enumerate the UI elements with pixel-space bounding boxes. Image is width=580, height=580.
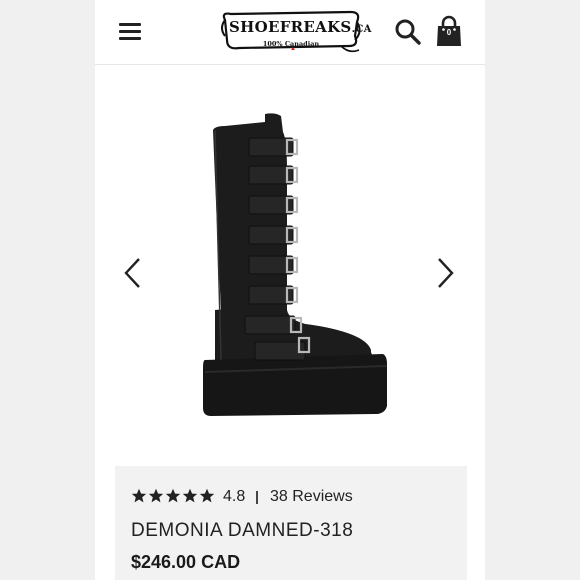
- reviews-link[interactable]: 38 Reviews: [270, 488, 353, 506]
- star-icon: [148, 488, 164, 503]
- product-info: 4.8 38 Reviews DEMONIA DAMNED-318 $246.0…: [115, 466, 467, 580]
- cart-count: 0: [446, 28, 452, 37]
- rating-stars[interactable]: [131, 488, 216, 506]
- product-gallery: [95, 66, 485, 466]
- product-image[interactable]: [195, 110, 395, 460]
- logo-tagline: 100% Canadian: [262, 40, 320, 48]
- phone-screen: SHOEFREAKS.CA 100% Canadian 0 4.8 38 Rev…: [95, 0, 485, 580]
- star-icon: [199, 488, 215, 503]
- chevron-left-icon[interactable]: [121, 256, 143, 290]
- logo-text: SHOEFREAKS.CA: [229, 18, 372, 36]
- menu-icon[interactable]: [119, 22, 141, 40]
- star-icon: [131, 488, 147, 503]
- site-logo[interactable]: SHOEFREAKS.CA 100% Canadian: [219, 6, 372, 58]
- site-header: SHOEFREAKS.CA 100% Canadian 0: [95, 0, 485, 65]
- search-icon[interactable]: [394, 18, 422, 46]
- star-icon: [182, 488, 198, 503]
- chevron-right-icon[interactable]: [435, 256, 457, 290]
- product-price: $246.00 CAD: [131, 552, 241, 572]
- background-right: [485, 0, 580, 580]
- star-icon: [165, 488, 181, 503]
- rating-divider: [256, 491, 258, 504]
- background-left: [0, 0, 95, 580]
- product-title: DEMONIA DAMNED-318: [131, 520, 354, 541]
- rating-value: 4.8: [223, 488, 246, 505]
